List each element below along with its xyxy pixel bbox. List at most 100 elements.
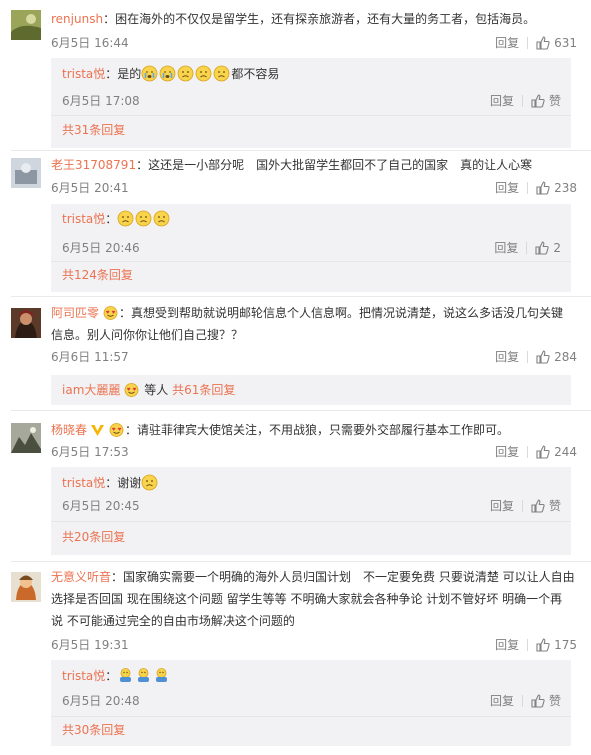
like-button[interactable]: 赞 (531, 692, 561, 709)
reply-body-tail: 都不容易 (231, 67, 280, 81)
reply-button[interactable]: 回复 (495, 443, 519, 460)
more-replies-link[interactable]: 共30条回复 (62, 721, 125, 738)
like-button[interactable]: 175 (536, 638, 577, 652)
comment-body-line2: 信息。别人问你你让他们自己搜？？ (51, 328, 244, 342)
avatar[interactable] (11, 308, 41, 338)
more-replies-link[interactable]: 共124条回复 (62, 266, 133, 283)
avatar[interactable] (11, 10, 41, 40)
action-divider (527, 638, 529, 651)
comment-text: 老王31708791：这还是一小部分呢 国外大批留学生都回不了自己的国家 真的让… (51, 154, 577, 176)
avatar[interactable] (11, 423, 41, 453)
like-count: 238 (554, 180, 577, 195)
reply-time: 6月5日 20:48 (62, 694, 140, 708)
like-count: 244 (554, 444, 577, 459)
reply-meta: 6月5日 17:08 回复 赞 (62, 92, 561, 110)
comment-meta: 6月5日 17:53 回复 244 (51, 443, 577, 461)
kneeling-sticker-icon (156, 668, 168, 682)
comment-time: 6月5日 20:41 (51, 181, 129, 195)
like-button[interactable]: 2 (535, 241, 561, 255)
like-button[interactable]: 赞 (531, 92, 561, 109)
like-button[interactable]: 赞 (531, 497, 561, 514)
comment-username[interactable]: 阿司匹零 (51, 306, 99, 320)
reply-text: trista悦：谢谢 (62, 473, 561, 493)
reply-text: trista悦：是的 都不容易 (62, 64, 561, 84)
comment-body: ：这还是一小部分呢 国外大批留学生都回不了自己的国家 真的让人心寒 (136, 158, 533, 172)
reply-button[interactable]: 回复 (490, 92, 514, 109)
sad-emoji-icon (135, 210, 152, 227)
reply-divider (51, 115, 571, 116)
reply-summary-mid: 等人 (144, 383, 169, 397)
comment-meta: 6月6日 11:57 回复 284 (51, 348, 577, 366)
action-divider (527, 36, 529, 49)
crying-emoji-icon (141, 65, 158, 82)
sad-emoji-icon (195, 65, 212, 82)
reply-button[interactable]: 回复 (490, 497, 514, 514)
like-button[interactable]: 244 (536, 445, 577, 459)
reply-meta: 6月5日 20:46 回复 2 (62, 239, 561, 257)
comment-meta: 6月5日 20:41 回复 238 (51, 179, 577, 197)
thumbs-up-icon (536, 444, 550, 459)
thumbs-up-icon (535, 240, 550, 255)
comment-username[interactable]: renjunsh (51, 12, 103, 26)
reply-item: trista悦： 6月5日 20:48 回复 赞 (62, 666, 561, 708)
verified-v-icon (91, 425, 105, 436)
reply-button[interactable]: 回复 (495, 179, 519, 196)
comment-body: ：困在海外的不仅仅是留学生，还有探亲旅游者，还有大量的务工者，包括海员。 (103, 12, 536, 26)
reply-button[interactable]: 回复 (494, 239, 518, 256)
comment-divider (11, 296, 591, 297)
comment-username[interactable]: 老王31708791 (51, 158, 136, 172)
comment-body-line3: 说 不可能通过完全的自由市场解决这个问题的 (51, 614, 295, 628)
comment-time: 6月5日 17:53 (51, 445, 129, 459)
reply-body: ：是的 (105, 67, 142, 81)
reply-button[interactable]: 回复 (495, 636, 519, 653)
like-count: 284 (554, 349, 577, 364)
comment-text: 杨晓春 ：请驻菲律宾大使馆关注，不用战狼，只需要外交部履行基本工作即可。 (51, 419, 577, 441)
thumbs-up-icon (536, 637, 550, 652)
reply-username[interactable]: iam大麗麗 (62, 383, 120, 397)
reply-text: trista悦： (62, 666, 561, 686)
thumbs-up-icon (536, 349, 550, 364)
reply-box: iam大麗麗 等人 共61条回复 (51, 375, 571, 405)
reply-item: trista悦： 6月5日 20:46 回复 2 (62, 209, 561, 255)
like-label: 赞 (548, 694, 561, 708)
comment-username[interactable]: 无意义听音 (51, 570, 111, 584)
reply-time: 6月5日 20:45 (62, 499, 140, 513)
comment-text: renjunsh：困在海外的不仅仅是留学生，还有探亲旅游者，还有大量的务工者，包… (51, 8, 577, 30)
reply-body: ： (105, 669, 118, 683)
comment-meta: 6月5日 19:31 回复 175 (51, 636, 577, 654)
comment-text: 阿司匹零 ：真想受到帮助就说明邮轮信息个人信息啊。把情况说清楚，说这么多话没几句关… (51, 302, 577, 346)
reply-username[interactable]: trista悦 (62, 669, 105, 683)
reply-divider (51, 261, 571, 262)
crying-emoji-icon (159, 65, 176, 82)
reply-button[interactable]: 回复 (490, 692, 514, 709)
like-button[interactable]: 284 (536, 350, 577, 364)
comment-body-line1: ：国家确实需要一个明确的海外人员归国计划 不一定要免费 只要说清楚 可以让人自由 (111, 570, 575, 584)
reply-text: trista悦： (62, 209, 561, 229)
reply-username[interactable]: trista悦 (62, 67, 105, 81)
reply-divider (51, 716, 571, 717)
heart-eyes-emoji-icon (124, 383, 139, 397)
kneeling-sticker-icon (120, 668, 132, 682)
reply-username[interactable]: trista悦 (62, 476, 105, 490)
reply-username[interactable]: trista悦 (62, 212, 105, 226)
heart-eyes-emoji-icon (103, 306, 118, 320)
like-count: 175 (554, 637, 577, 652)
reply-button[interactable]: 回复 (495, 34, 519, 51)
like-label: 赞 (548, 94, 561, 108)
more-replies-link[interactable]: 共31条回复 (62, 121, 125, 138)
reply-summary: iam大麗麗 等人 共61条回复 (62, 380, 561, 400)
like-count: 2 (553, 240, 561, 255)
thumbs-up-icon (536, 35, 550, 50)
action-divider (521, 94, 523, 107)
more-replies-link[interactable]: 共61条回复 (172, 383, 235, 397)
comment-time: 6月5日 19:31 (51, 638, 129, 652)
reply-item: trista悦：是的 都不容易 6月5日 17:08 回复 赞 (62, 64, 561, 108)
avatar[interactable] (11, 572, 41, 602)
comment-username[interactable]: 杨晓春 (51, 423, 87, 437)
like-button[interactable]: 238 (536, 181, 577, 195)
more-replies-link[interactable]: 共20条回复 (62, 528, 125, 545)
reply-button[interactable]: 回复 (495, 348, 519, 365)
like-button[interactable]: 631 (536, 36, 577, 50)
reply-box: trista悦：是的 都不容易 6月5日 17:08 回复 赞 共31条回复 (51, 58, 571, 148)
avatar[interactable] (11, 158, 41, 188)
